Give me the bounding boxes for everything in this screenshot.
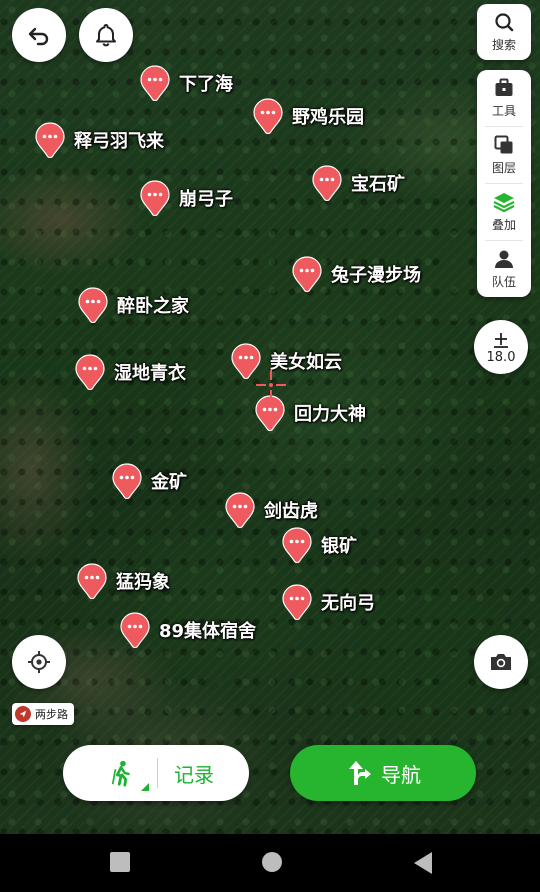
poi-pin-icon	[292, 256, 322, 292]
poi-pin-icon	[75, 354, 105, 390]
direction-arrow-icon	[15, 706, 31, 722]
poi-marker[interactable]: 剑齿虎	[225, 492, 318, 528]
walker-icon	[97, 759, 149, 791]
navigate-button[interactable]: 导航	[290, 745, 476, 801]
zoom-level-button[interactable]: 18.0	[474, 320, 528, 374]
poi-pin-icon	[225, 492, 255, 528]
search-label: 搜索	[491, 38, 516, 52]
poi-marker[interactable]: 89集体宿舍	[120, 612, 256, 648]
poi-marker[interactable]: 无向弓	[282, 584, 375, 620]
poi-pin-icon	[35, 122, 65, 158]
locate-button[interactable]	[12, 635, 66, 689]
poi-label: 猛犸象	[116, 572, 170, 593]
poi-label: 崩弓子	[179, 189, 233, 210]
poi-pin-icon	[312, 165, 342, 201]
team-icon	[495, 250, 513, 268]
poi-label: 回力大神	[294, 404, 366, 425]
poi-pin-icon	[282, 527, 312, 563]
poi-label: 美女如云	[270, 352, 342, 373]
poi-pin-icon	[282, 584, 312, 620]
bell-icon	[96, 24, 116, 47]
poi-label: 兔子漫步场	[331, 265, 421, 286]
notifications-button[interactable]	[79, 8, 133, 62]
map-canvas[interactable]: 下了海 野鸡乐园 释弓羽飞来 崩弓子 宝石矿 兔子漫步场 醉卧之家 美女如云 湿…	[0, 0, 540, 834]
team-button[interactable]: 队伍	[477, 241, 531, 297]
camera-button[interactable]	[474, 635, 528, 689]
poi-pin-icon	[77, 563, 107, 599]
poi-pin-icon	[253, 98, 283, 134]
navigate-arrow-icon	[349, 761, 371, 785]
poi-pin-icon	[112, 463, 142, 499]
layers-icon	[494, 135, 513, 154]
search-button[interactable]: 搜索	[477, 4, 531, 60]
poi-pin-icon	[231, 343, 261, 379]
poi-marker[interactable]: 醉卧之家	[78, 287, 189, 323]
poi-label: 释弓羽飞来	[74, 131, 164, 152]
search-icon	[495, 13, 514, 32]
poi-label: 醉卧之家	[117, 296, 189, 317]
poi-pin-icon	[120, 612, 150, 648]
back-icon	[28, 27, 49, 46]
back-button[interactable]	[12, 8, 66, 62]
toolbox-icon	[495, 78, 513, 96]
system-nav-bar	[0, 834, 540, 892]
poi-label: 金矿	[151, 472, 187, 493]
layers-button[interactable]: 图层	[477, 127, 531, 183]
poi-marker[interactable]: 宝石矿	[312, 165, 405, 201]
overlay-label: 叠加	[491, 218, 516, 232]
tools-button[interactable]: 工具	[477, 70, 531, 126]
poi-label: 无向弓	[321, 593, 375, 614]
home-button[interactable]	[262, 852, 282, 872]
poi-label: 89集体宿舍	[159, 621, 257, 642]
recents-button[interactable]	[110, 852, 130, 872]
zoom-icon	[494, 332, 508, 348]
navigate-label: 导航	[381, 762, 421, 787]
overlay-button[interactable]: 叠加	[477, 184, 531, 240]
search-panel[interactable]: 搜索	[477, 4, 531, 60]
record-button[interactable]: 记录	[63, 745, 249, 801]
record-label: 记录	[174, 762, 214, 787]
tool-panel: 工具 图层 叠加 队伍	[477, 70, 531, 297]
map-center-crosshair-icon	[256, 370, 286, 400]
camera-icon	[491, 654, 511, 670]
poi-label: 下了海	[179, 74, 233, 95]
poi-pin-icon	[140, 65, 170, 101]
zoom-level-value: 18.0	[486, 349, 516, 365]
team-label: 队伍	[491, 275, 516, 289]
layers-label: 图层	[491, 161, 516, 175]
poi-label: 野鸡乐园	[292, 107, 364, 128]
poi-marker[interactable]: 兔子漫步场	[292, 256, 421, 292]
route-tag-label: 两步路	[35, 708, 68, 721]
poi-label: 剑齿虎	[264, 501, 318, 522]
poi-label: 湿地青衣	[114, 363, 186, 384]
back-nav-button[interactable]	[414, 852, 432, 874]
poi-marker[interactable]: 下了海	[140, 65, 233, 101]
poi-label: 宝石矿	[351, 174, 405, 195]
poi-marker[interactable]: 美女如云	[231, 343, 342, 379]
poi-marker[interactable]: 银矿	[282, 527, 357, 563]
poi-pin-icon	[255, 395, 285, 431]
divider	[157, 758, 158, 788]
tools-label: 工具	[491, 104, 516, 118]
poi-marker[interactable]: 湿地青衣	[75, 354, 186, 390]
overlay-icon	[493, 193, 515, 213]
poi-marker[interactable]: 回力大神	[255, 395, 366, 431]
poi-marker[interactable]: 释弓羽飞来	[35, 122, 164, 158]
poi-pin-icon	[78, 287, 108, 323]
poi-marker[interactable]: 崩弓子	[140, 180, 233, 216]
poi-marker[interactable]: 野鸡乐园	[253, 98, 364, 134]
poi-marker[interactable]: 金矿	[112, 463, 187, 499]
poi-label: 银矿	[321, 536, 357, 557]
locate-icon	[28, 651, 50, 673]
route-tag[interactable]: 两步路	[12, 703, 74, 725]
poi-pin-icon	[140, 180, 170, 216]
poi-marker[interactable]: 猛犸象	[77, 563, 170, 599]
